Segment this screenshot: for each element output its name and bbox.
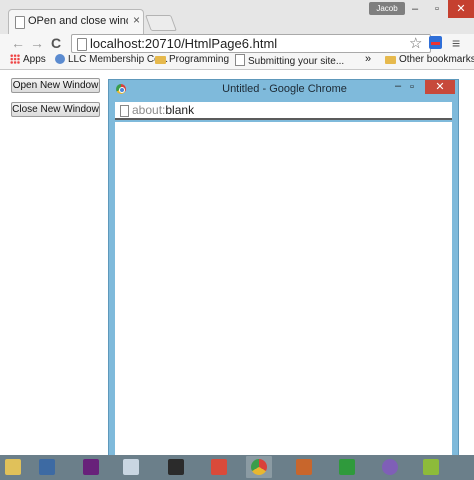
- bookmark-programming[interactable]: Programming: [155, 54, 229, 65]
- url-scheme: about:: [132, 103, 166, 117]
- chrome-icon: [116, 84, 126, 94]
- popup-title: Untitled - Google Chrome: [222, 83, 347, 95]
- address-bar[interactable]: localhost:20710/HtmlPage6.html ☆: [71, 34, 431, 53]
- bookmark-star-icon[interactable]: ☆: [409, 34, 422, 52]
- microphone-icon-glyph: [168, 459, 184, 475]
- speedometer-icon-glyph: [382, 459, 398, 475]
- browser-tab[interactable]: OPen and close window u ×: [8, 9, 144, 34]
- close-window-button[interactable]: ✕: [448, 0, 474, 18]
- notepad-icon[interactable]: [0, 456, 26, 478]
- visual-studio-icon-glyph: [83, 459, 99, 475]
- bookmark-label: Submitting your site...: [248, 56, 345, 67]
- android-icon-glyph: [423, 459, 439, 475]
- bookmark-llc-membership[interactable]: LLC Membership Ce...: [55, 54, 168, 65]
- bookmark-label: Programming: [169, 54, 230, 65]
- tab-close-icon[interactable]: ×: [133, 13, 140, 27]
- chrome-icon[interactable]: [246, 456, 272, 478]
- bookmark-label: Other bookmarks: [399, 54, 474, 65]
- popup-page-body: [115, 122, 452, 456]
- close-new-window-button[interactable]: Close New Window: [11, 102, 100, 117]
- store-icon-glyph: [339, 459, 355, 475]
- store-icon[interactable]: [334, 456, 360, 478]
- android-icon[interactable]: [418, 456, 444, 478]
- notepad-icon-glyph: [5, 459, 21, 475]
- popup-minimize-button[interactable]: –: [395, 80, 401, 92]
- visual-studio-icon[interactable]: [78, 456, 104, 478]
- apps-grid-icon: [10, 54, 20, 64]
- open-new-window-button[interactable]: Open New Window: [11, 78, 100, 93]
- bookmark-label: Apps: [23, 54, 46, 65]
- forward-arrow-icon[interactable]: →: [30, 35, 44, 51]
- back-arrow-icon[interactable]: ←: [11, 35, 25, 51]
- maximize-button[interactable]: ▫: [426, 0, 448, 18]
- speedometer-icon[interactable]: [377, 456, 403, 478]
- chrome-icon-glyph: [251, 459, 267, 475]
- chrome-menu-icon[interactable]: ≡: [452, 35, 460, 51]
- calculator-icon-glyph: [123, 459, 139, 475]
- globe-icon: [55, 54, 65, 64]
- bookmark-submitting[interactable]: Submitting your site...: [235, 54, 344, 67]
- popup-close-button[interactable]: ✕: [425, 80, 455, 94]
- media-icon-glyph: [296, 459, 312, 475]
- reload-icon[interactable]: C: [51, 35, 61, 51]
- other-bookmarks[interactable]: Other bookmarks: [385, 54, 474, 65]
- url-host: blank: [165, 103, 195, 117]
- microphone-icon[interactable]: [163, 456, 189, 478]
- minimize-button[interactable]: –: [404, 0, 426, 18]
- page-icon: [77, 38, 87, 51]
- bookmarks-overflow-icon[interactable]: »: [365, 53, 371, 65]
- popup-window[interactable]: Untitled - Google Chrome – ▫ ✕ about:bla…: [108, 79, 459, 461]
- snipping-tool-icon[interactable]: [206, 456, 232, 478]
- popup-address-bar[interactable]: about:blank: [115, 102, 452, 120]
- bookmark-apps[interactable]: Apps: [10, 54, 46, 65]
- calculator-icon[interactable]: [118, 456, 144, 478]
- page-favicon-icon: [15, 16, 25, 29]
- extension-icon[interactable]: [429, 36, 442, 49]
- address-text[interactable]: localhost:20710/HtmlPage6.html: [90, 36, 277, 51]
- paint-icon-glyph: [39, 459, 55, 475]
- bookmarks-bar: Apps LLC Membership Ce... Programming Su…: [0, 53, 474, 70]
- paint-icon[interactable]: [34, 456, 60, 478]
- page-icon: [120, 105, 129, 117]
- popup-maximize-button[interactable]: ▫: [410, 81, 414, 93]
- media-icon[interactable]: [291, 456, 317, 478]
- popup-address-text[interactable]: about:blank: [132, 103, 194, 117]
- new-tab-button[interactable]: [145, 15, 177, 31]
- snipping-tool-icon-glyph: [211, 459, 227, 475]
- folder-icon: [385, 56, 396, 64]
- folder-icon: [155, 56, 166, 64]
- document-icon: [235, 54, 245, 66]
- tab-title: OPen and close window u: [28, 15, 128, 27]
- profile-badge[interactable]: Jacob: [369, 2, 405, 15]
- bookmark-label: LLC Membership Ce...: [68, 54, 169, 65]
